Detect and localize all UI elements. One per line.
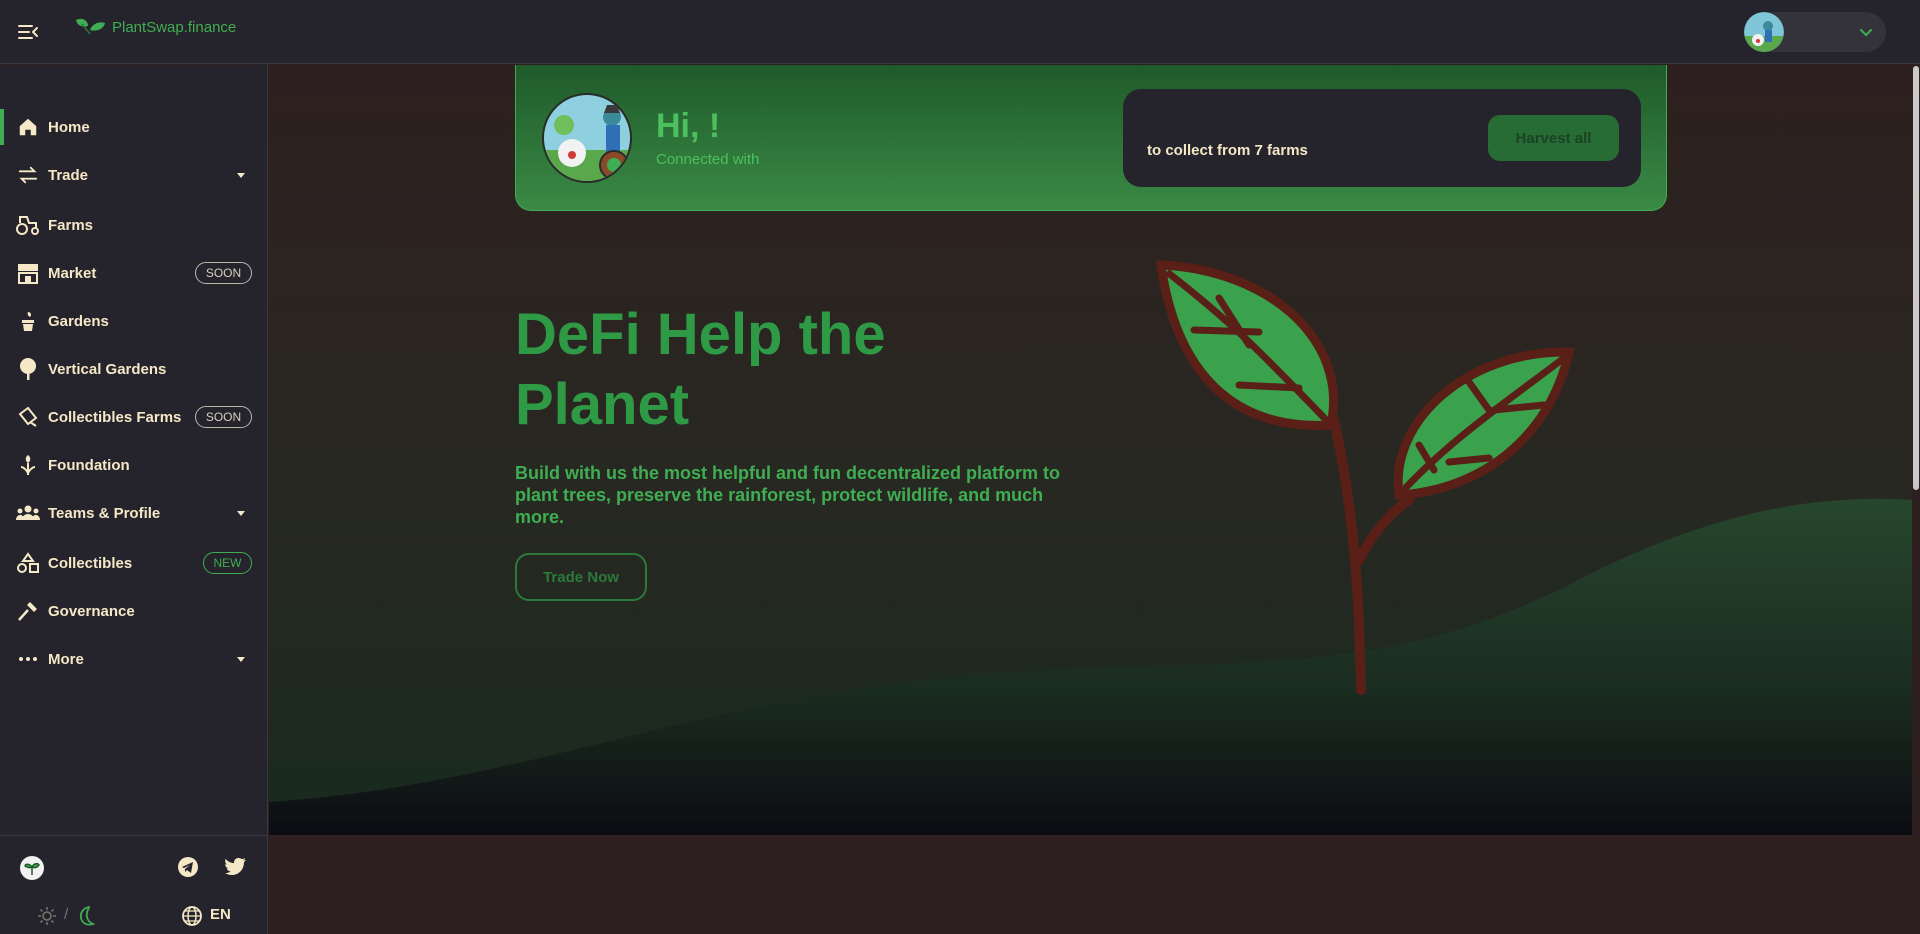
plant-token-icon[interactable]	[19, 855, 45, 881]
leaf-logo-icon	[76, 18, 105, 35]
sidebar-item-more[interactable]: More	[0, 637, 268, 681]
watering-can-icon	[16, 405, 40, 429]
sidebar-item-label: Collectibles Farms	[48, 408, 182, 426]
swap-icon	[16, 163, 40, 187]
sidebar-item-label: Vertical Gardens	[48, 360, 167, 378]
connected-text: Connected with	[656, 151, 760, 168]
soon-badge: SOON	[195, 406, 252, 428]
avatar	[1744, 12, 1784, 52]
plant-illustration	[1155, 260, 1575, 695]
harvest-info: to collect from 7 farms	[1147, 142, 1308, 159]
tractor-icon	[16, 213, 40, 237]
harvest-panel: to collect from 7 farms Harvest all	[1123, 89, 1641, 187]
sidebar-item-label: More	[48, 650, 84, 668]
top-bar: PlantSwap.finance	[0, 0, 1920, 64]
sidebar-item-label: Teams & Profile	[48, 504, 161, 522]
sidebar-item-collectibles[interactable]: Collectibles NEW	[0, 541, 268, 585]
team-icon	[16, 501, 40, 525]
scrollbar-thumb[interactable]	[1913, 66, 1919, 490]
chevron-down-icon	[1860, 29, 1872, 37]
shapes-icon	[16, 551, 40, 575]
globe-icon[interactable]	[181, 905, 203, 927]
more-dots-icon	[16, 647, 40, 671]
sidebar-item-trade[interactable]: Trade	[0, 153, 268, 197]
sun-icon[interactable]	[37, 906, 57, 926]
menu-collapse-icon[interactable]	[16, 20, 40, 44]
logo[interactable]: PlantSwap.finance	[74, 16, 236, 38]
sidebar-item-teams-profile[interactable]: Teams & Profile	[0, 491, 268, 535]
theme-separator: /	[64, 906, 69, 923]
sidebar-item-farms[interactable]: Farms	[0, 203, 268, 247]
home-icon	[16, 115, 40, 139]
sidebar-item-collectibles-farms[interactable]: Collectibles Farms SOON	[0, 395, 268, 439]
trade-now-button[interactable]: Trade Now	[515, 553, 647, 601]
telegram-icon[interactable]	[177, 856, 199, 878]
sidebar-item-governance[interactable]: Governance	[0, 589, 268, 633]
sidebar-item-label: Gardens	[48, 312, 109, 330]
potted-plant-icon	[16, 309, 40, 333]
sidebar-item-label: Collectibles	[48, 554, 133, 572]
page-bottom	[269, 835, 1912, 934]
sidebar-item-label: Market	[48, 264, 97, 282]
caret-down-icon	[237, 657, 245, 662]
sidebar-item-label: Foundation	[48, 456, 130, 474]
twitter-icon[interactable]	[224, 856, 248, 878]
sidebar-item-label: Farms	[48, 216, 94, 234]
welcome-card: Hi, ! Connected with to collect from 7 f…	[515, 65, 1667, 211]
moon-icon[interactable]	[76, 905, 96, 927]
new-badge: NEW	[203, 552, 252, 574]
sidebar-item-market[interactable]: Market SOON	[0, 251, 268, 295]
hand-plant-icon	[16, 453, 40, 477]
tree-icon	[16, 357, 40, 381]
sidebar-item-label: Governance	[48, 602, 135, 620]
hero-subtitle: Build with us the most helpful and fun d…	[515, 463, 1061, 527]
caret-down-icon	[237, 511, 245, 516]
soon-badge: SOON	[195, 262, 252, 284]
harvest-all-button[interactable]: Harvest all	[1488, 115, 1619, 161]
sidebar-item-gardens[interactable]: Gardens	[0, 299, 268, 343]
language-selector[interactable]: EN	[210, 906, 231, 923]
profile-avatar	[542, 93, 632, 183]
sidebar-item-label: Home	[48, 118, 90, 136]
sidebar-item-home[interactable]: Home	[0, 105, 268, 149]
caret-down-icon	[237, 173, 245, 178]
profile-menu-button[interactable]	[1744, 12, 1886, 52]
greeting-text: Hi, !	[656, 107, 721, 145]
market-icon	[16, 261, 40, 285]
sidebar: Home Trade Farms Market SOON Gardens Ver…	[0, 65, 268, 934]
hero-title: DeFi Help the Planet	[515, 302, 886, 437]
sidebar-item-label: Trade	[48, 166, 89, 184]
sidebar-item-foundation[interactable]: Foundation	[0, 443, 268, 487]
logo-text: PlantSwap.finance	[112, 19, 237, 36]
gavel-icon	[16, 599, 40, 623]
sidebar-item-vertical-gardens[interactable]: Vertical Gardens	[0, 347, 268, 391]
